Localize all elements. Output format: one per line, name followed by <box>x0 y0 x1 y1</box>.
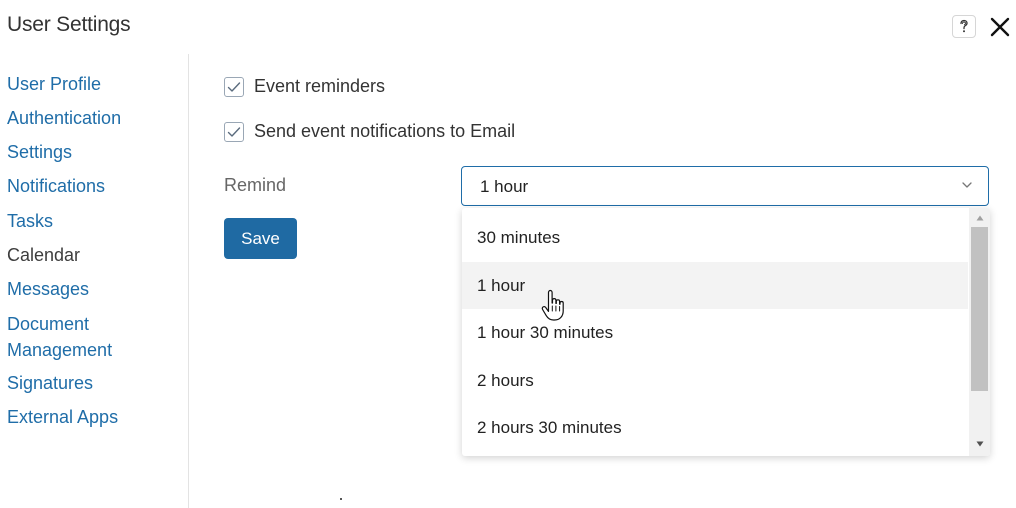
sidebar-item-document[interactable]: Document <box>7 311 89 337</box>
remind-label: Remind <box>224 175 287 195</box>
close-button[interactable] <box>988 15 1012 39</box>
save-button[interactable]: Save <box>224 218 297 259</box>
sidebar-item-signatures[interactable]: Signatures <box>7 370 93 396</box>
event-reminders-row: Event reminders <box>224 76 385 97</box>
remind-option-1-hour-30-minutes[interactable]: 1 hour 30 minutes <box>462 309 968 356</box>
sidebar-item-management[interactable]: Management <box>7 337 112 363</box>
question-icon <box>960 19 968 33</box>
stray-dot <box>340 498 342 500</box>
remind-option-30-minutes[interactable]: 30 minutes <box>462 214 968 261</box>
sidebar-item-external-apps[interactable]: External Apps <box>7 404 118 430</box>
triangle-up-icon <box>976 215 983 221</box>
triangle-down-icon <box>976 441 983 447</box>
remind-select-value: 1 hour <box>480 177 529 196</box>
help-button[interactable] <box>952 15 976 38</box>
sidebar-item-tasks[interactable]: Tasks <box>7 208 53 234</box>
scroll-down-arrow[interactable] <box>969 438 990 450</box>
remind-option-2-hours-30-minutes[interactable]: 2 hours 30 minutes <box>462 404 968 451</box>
remind-option-2-hours[interactable]: 2 hours <box>462 357 968 404</box>
email-notifications-row: Send event notifications to Email <box>224 121 515 142</box>
hand-pointer-cursor-icon <box>541 289 564 321</box>
sidebar-item-calendar[interactable]: Calendar <box>7 242 80 268</box>
sidebar-item-authentication[interactable]: Authentication <box>7 105 121 131</box>
sidebar-item-settings[interactable]: Settings <box>7 139 72 165</box>
sidebar-item-notifications[interactable]: Notifications <box>7 173 105 199</box>
sidebar-divider <box>188 54 189 508</box>
scroll-up-arrow[interactable] <box>969 212 990 224</box>
page-title: User Settings <box>7 13 131 36</box>
checkmark-icon <box>227 126 241 137</box>
checkmark-icon <box>227 81 241 92</box>
close-icon <box>990 17 1010 37</box>
remind-select[interactable]: 1 hour <box>461 166 989 206</box>
dropdown-scrollbar[interactable] <box>969 208 990 456</box>
event-reminders-label: Event reminders <box>254 76 386 96</box>
chevron-down-icon <box>962 182 972 188</box>
sidebar-item-messages[interactable]: Messages <box>7 276 89 302</box>
remind-option-1-hour[interactable]: 1 hour <box>462 262 968 309</box>
event-reminders-checkbox[interactable] <box>224 76 244 97</box>
email-notifications-label: Send event notifications to Email <box>254 121 516 141</box>
remind-dropdown-list: 30 minutes 1 hour 1 hour 30 minutes 2 ho… <box>462 208 990 456</box>
scroll-thumb[interactable] <box>971 227 988 391</box>
email-notifications-checkbox[interactable] <box>224 121 244 142</box>
sidebar-item-user-profile[interactable]: User Profile <box>7 71 101 97</box>
